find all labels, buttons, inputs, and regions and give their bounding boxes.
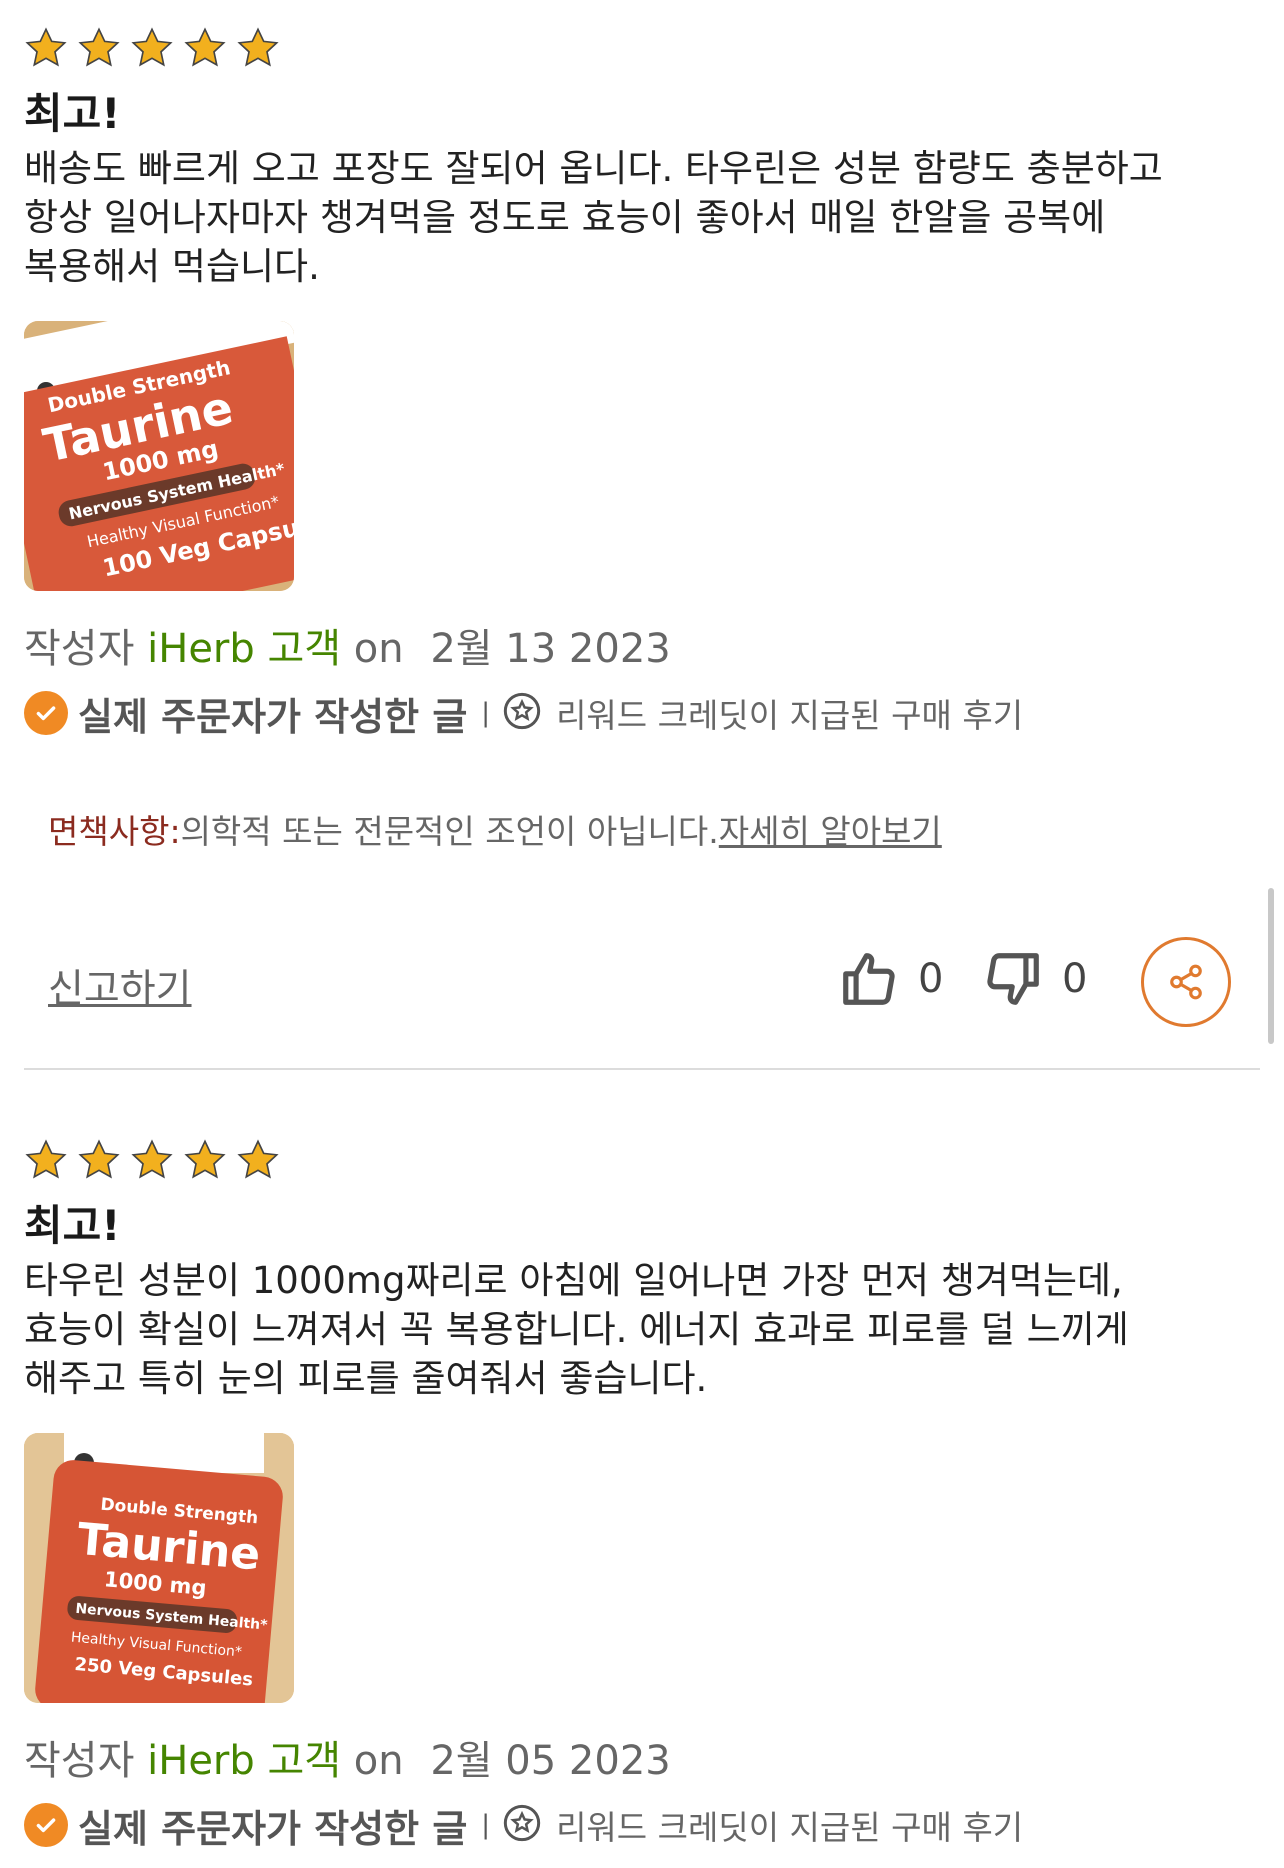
review-body: 배송도 빠르게 오고 포장도 잘되어 옵니다. 타우린은 성분 함량도 충분하고…: [24, 147, 1163, 288]
author-name: iHerb 고객: [147, 1738, 342, 1784]
review-title: 최고!: [24, 89, 121, 138]
author-name: iHerb 고객: [147, 626, 342, 672]
share-icon: [1170, 964, 1202, 1000]
disclaimer: 면책사항:의학적 또는 전문적인 조언이 아닙니다.자세히 알아보기: [48, 805, 942, 853]
separator: |: [481, 1810, 491, 1840]
review-card: 최고! 배송도 빠르게 오고 포장도 잘되어 옵니다. 타우린은 성분 함량도 …: [24, 26, 1260, 741]
star-icon: [236, 26, 280, 70]
learn-more-link[interactable]: 자세히 알아보기: [719, 812, 942, 851]
review-photo[interactable]: Double Strength Taurine 1000 mg Nervous …: [24, 321, 294, 591]
star-icon: [183, 26, 227, 70]
star-icon: [183, 1138, 227, 1182]
star-icon: [130, 1138, 174, 1182]
reward-badge-icon: [502, 1803, 542, 1847]
report-link[interactable]: 신고하기: [48, 958, 192, 1014]
reward-label: 리워드 크레딧이 지급된 구매 후기: [556, 1808, 1024, 1847]
reward-label: 리워드 크레딧이 지급된 구매 후기: [556, 696, 1024, 735]
scrollbar[interactable]: [1268, 888, 1274, 1044]
star-rating: [24, 26, 1260, 70]
separator: |: [481, 698, 491, 728]
helpful-vote-button[interactable]: 0: [838, 948, 943, 1010]
star-icon: [236, 1138, 280, 1182]
share-button[interactable]: [1141, 937, 1231, 1027]
star-rating: [24, 1138, 1260, 1182]
review-card: 최고! 타우린 성분이 1000mg짜리로 아침에 일어나면 가장 먼저 챙겨먹…: [24, 1138, 1260, 1853]
disclaimer-text: 의학적 또는 전문적인 조언이 아닙니다.: [180, 812, 719, 851]
unhelpful-count: 0: [1062, 956, 1088, 1002]
verified-label: 실제 주문자가 작성한 글: [78, 1806, 468, 1851]
review-body: 타우린 성분이 1000mg짜리로 아침에 일어나면 가장 먼저 챙겨먹는데, …: [24, 1259, 1129, 1400]
review-author-line: 작성자 iHerb 고객 on 2월 05 2023: [24, 1738, 671, 1784]
verified-check-icon: [24, 691, 68, 735]
thumbs-down-icon: [987, 953, 1039, 1005]
review-date: 2월 05 2023: [430, 1738, 671, 1784]
reward-badge-icon: [502, 691, 542, 735]
review-divider: [24, 1068, 1260, 1070]
review-photo[interactable]: Double Strength Taurine 1000 mg Nervous …: [24, 1433, 294, 1703]
star-icon: [77, 1138, 121, 1182]
review-date: 2월 13 2023: [430, 626, 671, 672]
star-icon: [24, 26, 68, 70]
verified-purchase-row: 실제 주문자가 작성한 글 | 리워드 크레딧이 지급된 구매 후기: [24, 685, 1260, 741]
thumbs-up-icon: [843, 953, 895, 1005]
verified-label: 실제 주문자가 작성한 글: [78, 694, 468, 739]
review-title: 최고!: [24, 1201, 121, 1250]
verified-purchase-row: 실제 주문자가 작성한 글 | 리워드 크레딧이 지급된 구매 후기: [24, 1797, 1260, 1853]
helpful-count: 0: [918, 956, 944, 1002]
verified-check-icon: [24, 1803, 68, 1847]
star-icon: [130, 26, 174, 70]
star-icon: [77, 26, 121, 70]
unhelpful-vote-button[interactable]: 0: [982, 948, 1087, 1010]
disclaimer-label: 면책사항:: [48, 812, 181, 851]
review-author-line: 작성자 iHerb 고객 on 2월 13 2023: [24, 626, 671, 672]
star-icon: [24, 1138, 68, 1182]
